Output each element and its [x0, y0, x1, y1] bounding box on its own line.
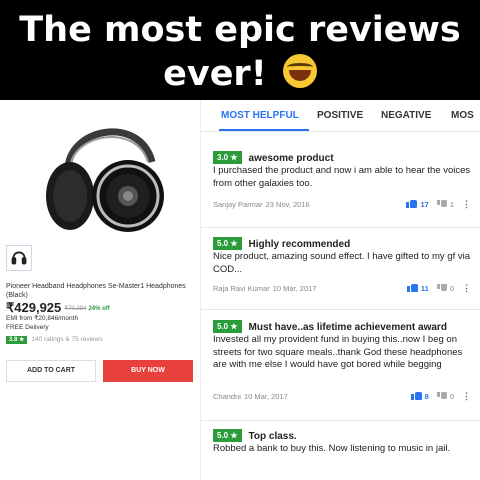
review-body: I purchased the product and now i am abl… — [213, 165, 471, 189]
review-header: 5.0 ★ Top class. — [213, 426, 297, 444]
review-date: 23 Nov, 2016 — [265, 200, 310, 209]
product-name: Pioneer Headband Headphones Se-Master1 H… — [6, 283, 186, 299]
review-card: 5.0 ★ Top class. Robbed a bank to buy thi… — [201, 426, 480, 480]
review-meta: Raja Ravi Kumar 10 Mar, 2017 — [213, 284, 316, 293]
review-header: 5.0 ★ Must have..as lifetime achievement … — [213, 317, 447, 335]
rating-badge: 3.8 ★ — [6, 336, 28, 344]
review-title: Highly recommended — [248, 239, 351, 250]
more-options-icon[interactable]: ⋮ — [462, 283, 471, 294]
upvote-count: 11 — [420, 284, 429, 293]
caption-line-2: ever! — [163, 54, 267, 94]
rating-count: 140 ratings & 75 reviews — [31, 336, 103, 343]
caption-line-1: The most epic reviews — [19, 10, 461, 50]
review-votes: 11 0 ⋮ — [406, 283, 471, 294]
review-card: 5.0 ★ Must have..as lifetime achievement … — [201, 317, 480, 421]
review-card: 5.0 ★ Highly recommended Nice product, am… — [201, 234, 480, 310]
review-meta: Chandni 10 Mar, 2017 — [213, 392, 288, 401]
review-votes: 17 1 ⋮ — [406, 199, 471, 210]
headphones-image[interactable] — [28, 110, 178, 240]
review-author: Chandni — [213, 392, 241, 401]
review-rating-badge: 5.0 ★ — [213, 320, 242, 333]
screenshot: Pioneer Headband Headphones Se-Master1 H… — [0, 100, 480, 480]
review-rating-badge: 5.0 ★ — [213, 237, 242, 250]
laughing-emoji-icon — [282, 54, 317, 88]
review-rating-badge: 5.0 ★ — [213, 429, 242, 442]
delivery-text: FREE Delivery — [6, 324, 49, 331]
review-body: Robbed a bank to buy this. Now listening… — [213, 443, 451, 454]
review-votes: 8 0 ⋮ — [410, 391, 471, 402]
upvote-count: 17 — [420, 200, 429, 209]
reviews-panel: MOST HELPFUL POSITIVE NEGATIVE MOS 3.0 ★… — [200, 100, 480, 480]
more-options-icon[interactable]: ⋮ — [462, 199, 471, 210]
product-panel: Pioneer Headband Headphones Se-Master1 H… — [0, 100, 196, 480]
review-card: 3.0 ★ awesome product I purchased the pro… — [201, 148, 480, 228]
review-body: Nice product, amazing sound effect. I ha… — [213, 251, 470, 275]
review-title: Must have..as lifetime achievement award — [248, 322, 447, 333]
product-thumbnail[interactable] — [6, 245, 32, 271]
downvote-count: 1 — [449, 200, 454, 209]
review-title: awesome product — [248, 153, 334, 164]
review-title: Top class. — [248, 431, 297, 442]
thumbs-down-icon[interactable] — [436, 392, 447, 400]
tab-positive[interactable]: POSITIVE — [317, 110, 363, 121]
review-meta: Sanjay Parmar 23 Nov, 2016 — [213, 200, 310, 209]
upvote-count: 8 — [424, 392, 429, 401]
tab-most-recent[interactable]: MOS — [451, 110, 474, 121]
thumbs-down-icon[interactable] — [436, 284, 447, 292]
meme-caption: The most epic reviews ever! — [0, 0, 480, 100]
price-value: ₹429,925 — [6, 300, 62, 315]
review-author: Sanjay Parmar — [213, 200, 263, 209]
emi-text: EMI from ₹20,846/month — [6, 315, 79, 322]
mrp-value: ₹70,284 — [64, 306, 87, 312]
tab-negative[interactable]: NEGATIVE — [381, 110, 431, 121]
review-rating-badge: 3.0 ★ — [213, 151, 242, 164]
review-author: Raja Ravi Kumar — [213, 284, 270, 293]
add-to-cart-button[interactable]: ADD TO CART — [6, 360, 96, 382]
active-tab-indicator — [219, 129, 309, 131]
review-date: 10 Mar, 2017 — [243, 392, 288, 401]
downvote-count: 0 — [449, 392, 454, 401]
more-options-icon[interactable]: ⋮ — [462, 391, 471, 402]
thumbs-up-icon[interactable] — [406, 283, 418, 292]
thumbs-up-icon[interactable] — [406, 199, 418, 208]
discount-value: 24% off — [88, 306, 110, 312]
review-tabs: MOST HELPFUL POSITIVE NEGATIVE MOS — [201, 100, 480, 132]
review-header: 3.0 ★ awesome product — [213, 148, 334, 166]
downvote-count: 0 — [449, 284, 454, 293]
review-header: 5.0 ★ Highly recommended — [213, 234, 350, 252]
buy-now-button[interactable]: BUY NOW — [103, 360, 193, 382]
headphones-thumbnail-icon — [11, 251, 27, 265]
thumbs-down-icon[interactable] — [436, 200, 447, 208]
review-body: Invested all my provident fund in buying… — [213, 334, 463, 370]
review-date: 10 Mar, 2017 — [272, 284, 317, 293]
product-rating: 3.8 ★ 140 ratings & 75 reviews — [6, 336, 103, 344]
thumbs-up-icon[interactable] — [410, 391, 422, 400]
tab-most-helpful[interactable]: MOST HELPFUL — [221, 110, 299, 121]
